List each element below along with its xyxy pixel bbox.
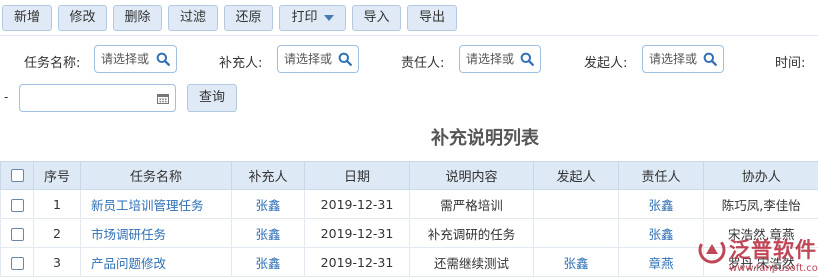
cell-initiator[interactable] bbox=[533, 189, 619, 219]
delete-button[interactable]: 删除 bbox=[113, 5, 162, 31]
print-button-label: 打印 bbox=[291, 10, 318, 25]
task-name-field[interactable] bbox=[94, 45, 177, 73]
row-select-cell[interactable] bbox=[0, 189, 34, 219]
brand-watermark: 泛普软件 www.fanpusoft.com bbox=[697, 233, 818, 279]
cell-responsible[interactable]: 章燕 bbox=[618, 247, 704, 277]
cell-initiator[interactable]: 张鑫 bbox=[533, 247, 619, 277]
supplementer-label: 补充人: bbox=[219, 56, 263, 71]
cell-supplementer[interactable]: 张鑫 bbox=[231, 218, 305, 248]
date-field[interactable] bbox=[19, 84, 176, 112]
cell-no: 3 bbox=[33, 247, 81, 277]
cell-initiator[interactable] bbox=[533, 218, 619, 248]
select-all-cell[interactable] bbox=[0, 161, 34, 190]
col-header-no[interactable]: 序号 bbox=[33, 161, 81, 190]
task-link[interactable]: 新员工培训管理任务 bbox=[91, 198, 204, 213]
col-header-initiator[interactable]: 发起人 bbox=[533, 161, 619, 190]
calendar-icon[interactable] bbox=[157, 93, 169, 104]
brand-logo-icon bbox=[698, 236, 726, 264]
cell-task[interactable]: 新员工培训管理任务 bbox=[80, 189, 232, 219]
initiator-input[interactable] bbox=[649, 51, 711, 67]
data-table: 序号 任务名称 补充人 日期 说明内容 发起人 责任人 协办人 1 新员工培训管… bbox=[0, 161, 818, 277]
cell-responsible[interactable]: 张鑫 bbox=[618, 218, 704, 248]
cell-content: 还需继续测试 bbox=[409, 247, 534, 277]
print-button[interactable]: 打印 bbox=[279, 5, 346, 31]
export-button[interactable]: 导出 bbox=[407, 5, 457, 31]
responsible-link[interactable]: 章燕 bbox=[648, 256, 673, 271]
cell-no: 2 bbox=[33, 218, 81, 248]
initiator-field[interactable] bbox=[642, 45, 724, 73]
responsible-input[interactable] bbox=[466, 51, 528, 67]
initiator-link[interactable]: 张鑫 bbox=[563, 256, 588, 271]
col-header-supplementer[interactable]: 补充人 bbox=[231, 161, 305, 190]
add-button[interactable]: 新增 bbox=[2, 5, 52, 31]
task-link[interactable]: 产品问题修改 bbox=[91, 256, 166, 271]
cell-responsible[interactable]: 张鑫 bbox=[618, 189, 704, 219]
checkbox-icon[interactable] bbox=[10, 227, 24, 241]
cell-content: 需严格培训 bbox=[409, 189, 534, 219]
time-label: 时间: bbox=[775, 56, 806, 71]
search-icon[interactable] bbox=[338, 52, 352, 66]
task-link[interactable]: 市场调研任务 bbox=[91, 227, 166, 242]
supplementer-link[interactable]: 张鑫 bbox=[255, 198, 280, 213]
table-row[interactable]: 3 产品问题修改 张鑫 2019-12-31 还需继续测试 张鑫 章燕 罗丹,宋… bbox=[0, 247, 818, 277]
import-button[interactable]: 导入 bbox=[352, 5, 401, 31]
task-name-label: 任务名称: bbox=[24, 56, 81, 71]
cell-supplementer[interactable]: 张鑫 bbox=[231, 189, 305, 219]
cell-task[interactable]: 产品问题修改 bbox=[80, 247, 232, 277]
row-select-cell[interactable] bbox=[0, 218, 34, 248]
supplementer-link[interactable]: 张鑫 bbox=[255, 256, 280, 271]
table-row[interactable]: 2 市场调研任务 张鑫 2019-12-31 补充调研的任务 张鑫 宋浩然,章燕 bbox=[0, 218, 818, 248]
supplementer-field[interactable] bbox=[277, 45, 359, 73]
brand-name: 泛普软件 bbox=[729, 238, 817, 262]
cell-date: 2019-12-31 bbox=[304, 189, 410, 219]
cell-task[interactable]: 市场调研任务 bbox=[80, 218, 232, 248]
supplementer-link[interactable]: 张鑫 bbox=[255, 227, 280, 242]
edit-button[interactable]: 修改 bbox=[58, 5, 107, 31]
table-row[interactable]: 1 新员工培训管理任务 张鑫 2019-12-31 需严格培训 张鑫 陈巧凤,李… bbox=[0, 189, 818, 219]
supplementer-input[interactable] bbox=[284, 51, 346, 67]
responsible-field[interactable] bbox=[459, 45, 541, 73]
cell-no: 1 bbox=[33, 189, 81, 219]
responsible-link[interactable]: 张鑫 bbox=[648, 198, 673, 213]
cell-date: 2019-12-31 bbox=[304, 218, 410, 248]
search-icon[interactable] bbox=[156, 52, 170, 66]
cell-supplementer[interactable]: 张鑫 bbox=[231, 247, 305, 277]
checkbox-icon[interactable] bbox=[10, 256, 24, 270]
col-header-content[interactable]: 说明内容 bbox=[409, 161, 534, 190]
toolbar: 新增 修改 删除 过滤 还原 打印 导入 导出 bbox=[0, 0, 818, 36]
responsible-link[interactable]: 张鑫 bbox=[648, 227, 673, 242]
col-header-responsible[interactable]: 责任人 bbox=[618, 161, 704, 190]
cell-date: 2019-12-31 bbox=[304, 247, 410, 277]
table-header-row: 序号 任务名称 补充人 日期 说明内容 发起人 责任人 协办人 bbox=[0, 161, 818, 190]
row-select-cell[interactable] bbox=[0, 247, 34, 277]
search-icon[interactable] bbox=[703, 52, 717, 66]
task-name-input[interactable] bbox=[101, 51, 163, 67]
cell-content: 补充调研的任务 bbox=[409, 218, 534, 248]
caret-down-icon bbox=[323, 14, 334, 21]
search-icon[interactable] bbox=[520, 52, 534, 66]
report-title: 补充说明列表 bbox=[431, 128, 539, 149]
checkbox-icon[interactable] bbox=[10, 169, 24, 182]
col-header-assistants[interactable]: 协办人 bbox=[703, 161, 818, 190]
responsible-label: 责任人: bbox=[401, 56, 445, 71]
filter-button[interactable]: 过滤 bbox=[168, 5, 218, 31]
col-header-task[interactable]: 任务名称 bbox=[80, 161, 232, 190]
col-header-date[interactable]: 日期 bbox=[304, 161, 410, 190]
checkbox-icon[interactable] bbox=[10, 198, 24, 212]
restore-button[interactable]: 还原 bbox=[224, 5, 273, 31]
cell-assistants: 陈巧凤,李佳怡 bbox=[703, 189, 818, 219]
brand-url: www.fanpusoft.com bbox=[729, 263, 818, 274]
date-separator: - bbox=[4, 90, 9, 104]
query-button[interactable]: 查询 bbox=[187, 84, 237, 112]
initiator-label: 发起人: bbox=[584, 56, 628, 71]
